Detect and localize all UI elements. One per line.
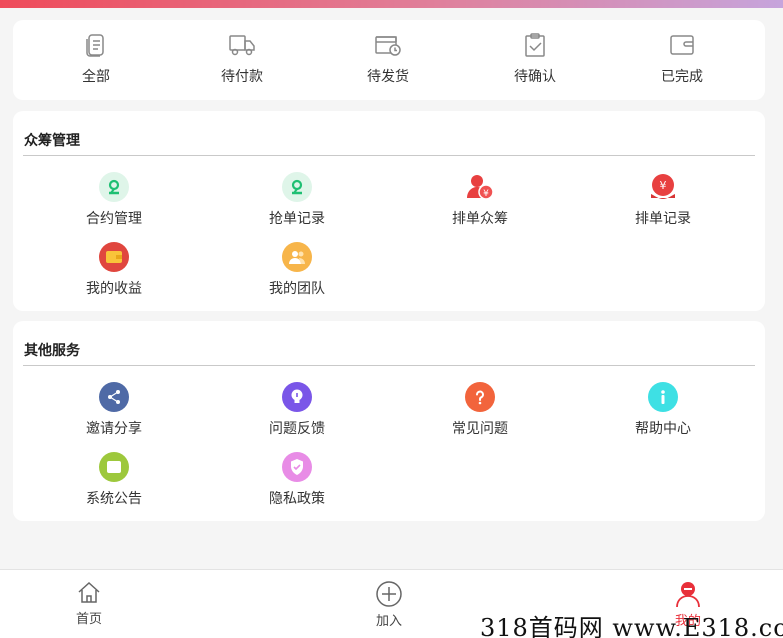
svg-text:¥: ¥	[483, 189, 489, 199]
my-income-button[interactable]: 我的收益	[59, 242, 169, 298]
grab-record-icon	[282, 172, 312, 202]
queue-crowdfund-label: 排单众筹	[452, 210, 508, 226]
watermark-text: 318首码网 www.E318.com	[480, 614, 783, 638]
home-icon	[78, 581, 100, 603]
queue-crowdfund-button[interactable]: ¥ 排单众筹	[425, 172, 535, 228]
invite-share-button[interactable]: 邀请分享	[59, 382, 169, 438]
grab-record-button[interactable]: 抢单记录	[242, 172, 352, 228]
tab-home[interactable]: 首页	[49, 580, 129, 627]
truck-icon	[229, 35, 255, 56]
order-pending-confirm-button[interactable]: 待确认	[485, 32, 585, 86]
faq-button[interactable]: 常见问题	[425, 382, 535, 438]
my-team-label: 我的团队	[269, 280, 325, 296]
order-all-button[interactable]: 全部	[46, 32, 146, 86]
grab-record-label: 抢单记录	[269, 210, 325, 226]
order-pending-shipment-label: 待发货	[367, 68, 409, 84]
clipboard-check-icon	[525, 33, 545, 57]
order-pending-payment-button[interactable]: 待付款	[192, 32, 292, 86]
info-icon	[648, 382, 678, 412]
plus-circle-icon	[376, 581, 402, 607]
feedback-label: 问题反馈	[269, 420, 325, 436]
order-pending-payment-label: 待付款	[221, 68, 263, 84]
crowdfunding-title: 众筹管理	[24, 132, 80, 148]
invite-share-label: 邀请分享	[86, 420, 142, 436]
order-completed-button[interactable]: 已完成	[632, 32, 732, 86]
wallet-income-icon	[99, 242, 129, 272]
system-notice-button[interactable]: 系统公告	[59, 452, 169, 508]
shield-icon	[282, 452, 312, 482]
contract-management-button[interactable]: 合约管理	[59, 172, 169, 228]
order-completed-label: 已完成	[661, 68, 703, 84]
crowdfunding-section: 众筹管理 合约管理 抢单记录 ¥ 排单众筹 ¥ 排单记录 我的收益 我的团队	[13, 111, 765, 311]
faq-label: 常见问题	[452, 420, 508, 436]
help-center-label: 帮助中心	[635, 420, 691, 436]
order-status-card: 全部 待付款 待发货 待确认 已完成	[13, 20, 765, 100]
top-gradient-bar	[0, 0, 783, 8]
other-services-section: 其他服务 邀请分享 问题反馈 常见问题 帮助中心 系统公告 隐私政策	[13, 321, 765, 521]
share-icon	[99, 382, 129, 412]
my-team-button[interactable]: 我的团队	[242, 242, 352, 298]
privacy-policy-label: 隐私政策	[269, 490, 325, 506]
notice-icon	[99, 452, 129, 482]
team-icon	[282, 242, 312, 272]
help-center-button[interactable]: 帮助中心	[608, 382, 718, 438]
bulb-icon	[282, 382, 312, 412]
order-pending-confirm-label: 待确认	[514, 68, 556, 84]
my-income-label: 我的收益	[86, 280, 142, 296]
order-all-label: 全部	[82, 68, 110, 84]
order-pending-shipment-button[interactable]: 待发货	[338, 32, 438, 86]
svg-text:¥: ¥	[660, 179, 667, 192]
contract-management-label: 合约管理	[86, 210, 142, 226]
system-notice-label: 系统公告	[86, 490, 142, 506]
wallet-icon	[670, 35, 694, 55]
tab-home-label: 首页	[75, 611, 102, 626]
section-divider	[23, 155, 755, 156]
queue-record-button[interactable]: ¥ 排单记录	[608, 172, 718, 228]
queue-record-label: 排单记录	[635, 210, 691, 226]
clock-box-icon	[375, 36, 401, 56]
queue-crowdfund-icon: ¥	[465, 172, 495, 202]
section-divider	[23, 365, 755, 366]
user-icon	[676, 582, 700, 608]
privacy-policy-button[interactable]: 隐私政策	[242, 452, 352, 508]
contract-icon	[99, 172, 129, 202]
document-icon	[86, 34, 104, 57]
queue-record-icon: ¥	[648, 172, 678, 202]
tab-join-label: 加入	[375, 613, 402, 628]
other-services-title: 其他服务	[24, 342, 80, 358]
feedback-button[interactable]: 问题反馈	[242, 382, 352, 438]
tab-join[interactable]: 加入	[349, 580, 429, 629]
question-icon	[465, 382, 495, 412]
